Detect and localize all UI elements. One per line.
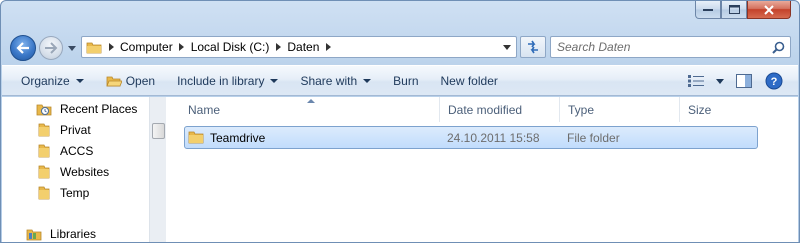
breadcrumb-arrow-icon[interactable] <box>271 43 285 51</box>
preview-pane-icon <box>736 74 752 88</box>
close-icon <box>764 4 774 15</box>
libraries-icon <box>26 226 42 242</box>
column-header-size[interactable]: Size <box>680 97 760 122</box>
minimize-icon <box>703 8 713 11</box>
file-name-cell: Teamdrive <box>188 127 265 148</box>
nav-item-label: Temp <box>60 185 90 200</box>
help-icon: ? <box>765 72 783 90</box>
breadcrumb-arrow-icon[interactable] <box>321 43 335 51</box>
recent-pages-button[interactable] <box>67 43 77 53</box>
new-folder-button[interactable]: New folder <box>436 69 503 93</box>
share-with-button[interactable]: Share with <box>295 69 376 93</box>
nav-item-accs[interactable]: ACCS <box>36 140 93 161</box>
search-input[interactable] <box>557 40 769 54</box>
open-folder-icon <box>106 74 122 88</box>
back-arrow-icon <box>16 42 29 54</box>
file-date-modified: 24.10.2011 15:58 <box>447 130 540 145</box>
chevron-down-icon <box>68 45 76 51</box>
details-view-icon <box>688 75 704 87</box>
include-in-library-label: Include in library <box>177 73 265 88</box>
refresh-button[interactable] <box>520 36 546 58</box>
chevron-down-icon <box>716 78 724 84</box>
chevron-down-icon <box>503 44 511 50</box>
close-button[interactable] <box>747 1 791 19</box>
command-bar: Organize Open Include in library Share w… <box>2 65 798 96</box>
address-row: Computer Local Disk (C:) Daten <box>1 31 799 63</box>
chevron-down-icon <box>270 78 279 83</box>
view-options-dropdown[interactable] <box>714 69 726 93</box>
organize-label: Organize <box>21 73 70 88</box>
column-header-label: Name <box>188 102 221 117</box>
nav-item-temp[interactable]: Temp <box>36 182 89 203</box>
search-box[interactable] <box>550 36 791 58</box>
svg-text:?: ? <box>771 76 778 88</box>
chevron-down-icon <box>75 78 84 83</box>
nav-item-recent-places[interactable]: Recent Places <box>36 98 137 119</box>
back-button[interactable] <box>10 35 36 61</box>
file-list: Name Date modified Type Size Teamdrive 2… <box>168 97 798 242</box>
breadcrumb-arrow-icon[interactable] <box>104 43 118 51</box>
nav-item-label: Privat <box>60 122 91 137</box>
recent-places-icon <box>36 101 52 117</box>
column-header-date-modified[interactable]: Date modified <box>440 97 560 122</box>
preview-pane-button[interactable] <box>732 69 756 93</box>
minimize-button[interactable] <box>695 1 721 19</box>
address-dropdown-button[interactable] <box>500 40 514 54</box>
file-type: File folder <box>567 130 620 145</box>
table-row[interactable]: Teamdrive 24.10.2011 15:58 File folder <box>184 126 758 149</box>
help-button[interactable]: ? <box>762 69 786 93</box>
nav-item-label: Websites <box>60 164 110 179</box>
breadcrumb-arrow-icon[interactable] <box>175 43 189 51</box>
navigation-pane: Recent Places Privat ACCS Websites Temp … <box>2 97 149 242</box>
breadcrumb-computer[interactable]: Computer <box>118 40 175 54</box>
content-area: Recent Places Privat ACCS Websites Temp … <box>2 97 798 242</box>
organize-button[interactable]: Organize <box>16 69 89 93</box>
column-header-name[interactable]: Name <box>180 97 440 122</box>
change-view-button[interactable] <box>684 69 708 93</box>
breadcrumb-daten[interactable]: Daten <box>285 40 321 54</box>
folder-icon <box>36 143 52 159</box>
nav-item-label: Recent Places <box>60 101 138 116</box>
folder-icon <box>188 130 204 146</box>
search-icon[interactable] <box>769 38 787 56</box>
nav-item-libraries[interactable]: Libraries <box>26 223 97 242</box>
include-in-library-button[interactable]: Include in library <box>172 69 283 93</box>
column-header-type[interactable]: Type <box>560 97 680 122</box>
nav-item-websites[interactable]: Websites <box>36 161 109 182</box>
share-with-label: Share with <box>300 73 358 88</box>
folder-icon <box>84 37 104 57</box>
nav-item-privat[interactable]: Privat <box>36 119 91 140</box>
file-name: Teamdrive <box>210 130 266 145</box>
refresh-icon <box>528 40 538 54</box>
nav-item-label: Libraries <box>50 226 97 241</box>
column-header-label: Type <box>568 102 595 117</box>
new-folder-label: New folder <box>440 73 498 88</box>
open-label: Open <box>125 73 156 88</box>
forward-arrow-icon <box>45 42 58 54</box>
burn-button[interactable]: Burn <box>388 69 423 93</box>
caption-buttons <box>695 1 791 19</box>
open-button[interactable]: Open <box>101 69 160 93</box>
navigation-scrollbar[interactable] <box>149 97 166 242</box>
folder-icon <box>36 164 52 180</box>
folder-icon <box>36 185 52 201</box>
column-header-label: Size <box>688 102 712 117</box>
nav-item-label: ACCS <box>60 143 94 158</box>
burn-label: Burn <box>393 73 419 88</box>
folder-icon <box>36 122 52 138</box>
maximize-button[interactable] <box>721 1 747 19</box>
scrollbar-thumb[interactable] <box>152 123 165 139</box>
explorer-window: Computer Local Disk (C:) Daten Search Da… <box>0 0 800 243</box>
chevron-down-icon <box>363 78 372 83</box>
breadcrumb-local-disk[interactable]: Local Disk (C:) <box>189 40 272 54</box>
maximize-icon <box>728 5 740 14</box>
column-header-label: Date modified <box>448 102 523 117</box>
forward-button[interactable] <box>39 36 63 60</box>
command-bar-tools: ? <box>684 69 786 93</box>
address-bar[interactable]: Computer Local Disk (C:) Daten <box>81 36 517 58</box>
